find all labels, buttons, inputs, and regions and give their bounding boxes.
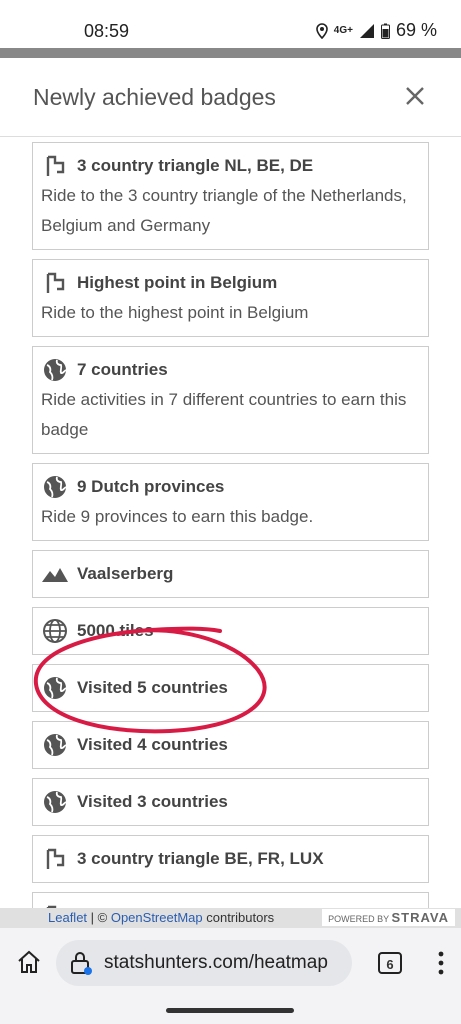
attribution-separator: | © (87, 910, 111, 925)
badge-list: 3 country triangle NL, BE, DE Ride to the… (32, 142, 429, 916)
modal-title: Newly achieved badges (33, 84, 276, 110)
badge-card: 7 countries Ride activities in 7 differen… (32, 346, 429, 454)
badge-header: Vaalserberg (33, 559, 428, 589)
earth-icon (41, 731, 69, 759)
route-icon (41, 152, 69, 180)
signal-icon (359, 23, 374, 38)
badge-card: Visited 4 countries (32, 721, 429, 769)
badge-header: Visited 5 countries (33, 673, 428, 703)
url-text[interactable]: statshunters.com/heatmap (104, 952, 328, 974)
badge-title: 7 countries (77, 360, 168, 379)
badge-card: Highest point in Belgium Ride to the high… (32, 259, 429, 337)
strava-label: STRAVA (391, 910, 449, 925)
badge-description: Ride 9 provinces to earn this badge. (41, 507, 314, 526)
leaflet-link[interactable]: Leaflet (48, 910, 87, 925)
more-menu-icon[interactable] (432, 948, 450, 978)
badge-title: Vaalserberg (77, 564, 174, 583)
badge-title: 3 country triangle NL, BE, DE (77, 156, 314, 175)
status-icons: 4G+ 69 % (315, 20, 437, 41)
badge-title: 9 Dutch provinces (77, 477, 225, 496)
badge-header: 5000 tiles (33, 616, 428, 646)
route-icon (41, 269, 69, 297)
badge-card: 5000 tiles (32, 607, 429, 655)
badge-card: 9 Dutch provinces Ride 9 provinces to ear… (32, 463, 429, 541)
tab-count-button[interactable]: 6 (378, 952, 402, 974)
badges-modal: Newly achieved badges 3 country triangle… (0, 58, 461, 916)
gesture-bar (166, 1008, 294, 1013)
location-icon (315, 22, 328, 39)
strava-logo: POWERED BY STRAVA (322, 909, 455, 926)
close-icon[interactable] (403, 84, 427, 108)
map-attribution: Leaflet | © OpenStreetMap contributors P… (0, 908, 461, 928)
globe-grid-icon (41, 617, 69, 645)
badge-card: 3 country triangle NL, BE, DE Ride to the… (32, 142, 429, 250)
badge-description: Ride to the highest point in Belgium (41, 303, 309, 322)
badge-header: Visited 4 countries (33, 730, 428, 760)
mountain-icon (41, 560, 69, 588)
osm-link[interactable]: OpenStreetMap (111, 910, 203, 925)
badge-card: Vaalserberg (32, 550, 429, 598)
badge-description: Ride activities in 7 different countries… (41, 390, 407, 439)
badge-title: Visited 3 countries (77, 792, 228, 811)
attribution-contributors: contributors (202, 910, 275, 925)
address-bar[interactable]: statshunters.com/heatmap (56, 940, 352, 986)
browser-toolbar: statshunters.com/heatmap 6 (0, 928, 461, 1024)
badge-title: 3 country triangle BE, FR, LUX (77, 849, 324, 868)
earth-icon (41, 674, 69, 702)
badge-card: Visited 3 countries (32, 778, 429, 826)
powered-by-label: POWERED BY (328, 914, 389, 924)
badge-header: 3 country triangle NL, BE, DE (33, 151, 428, 181)
badge-header: 9 Dutch provinces (33, 472, 428, 502)
status-time: 08:59 (84, 21, 130, 41)
badge-card: Visited 5 countries (32, 664, 429, 712)
badge-header: Visited 3 countries (33, 787, 428, 817)
battery-level: 69 % (395, 20, 437, 40)
badge-title: Visited 4 countries (77, 735, 228, 754)
battery-icon (380, 23, 390, 39)
home-icon[interactable] (16, 949, 42, 975)
modal-header: Newly achieved badges (0, 58, 461, 137)
badge-description: Ride to the 3 country triangle of the Ne… (41, 186, 407, 235)
badge-header: 3 country triangle BE, FR, LUX (33, 844, 428, 874)
badge-title: 5000 tiles (77, 621, 154, 640)
earth-icon (41, 356, 69, 384)
badge-header: 7 countries (33, 355, 428, 385)
network-type: 4G+ (333, 25, 353, 36)
route-icon (41, 845, 69, 873)
badge-header: Highest point in Belgium (33, 268, 428, 298)
earth-icon (41, 788, 69, 816)
lock-icon[interactable] (68, 950, 94, 976)
badge-title: Visited 5 countries (77, 678, 228, 697)
badge-title: Highest point in Belgium (77, 273, 278, 292)
badge-card: 3 country triangle BE, FR, LUX (32, 835, 429, 883)
earth-icon (41, 473, 69, 501)
status-bar: 08:59 4G+ 69 % (0, 0, 461, 48)
